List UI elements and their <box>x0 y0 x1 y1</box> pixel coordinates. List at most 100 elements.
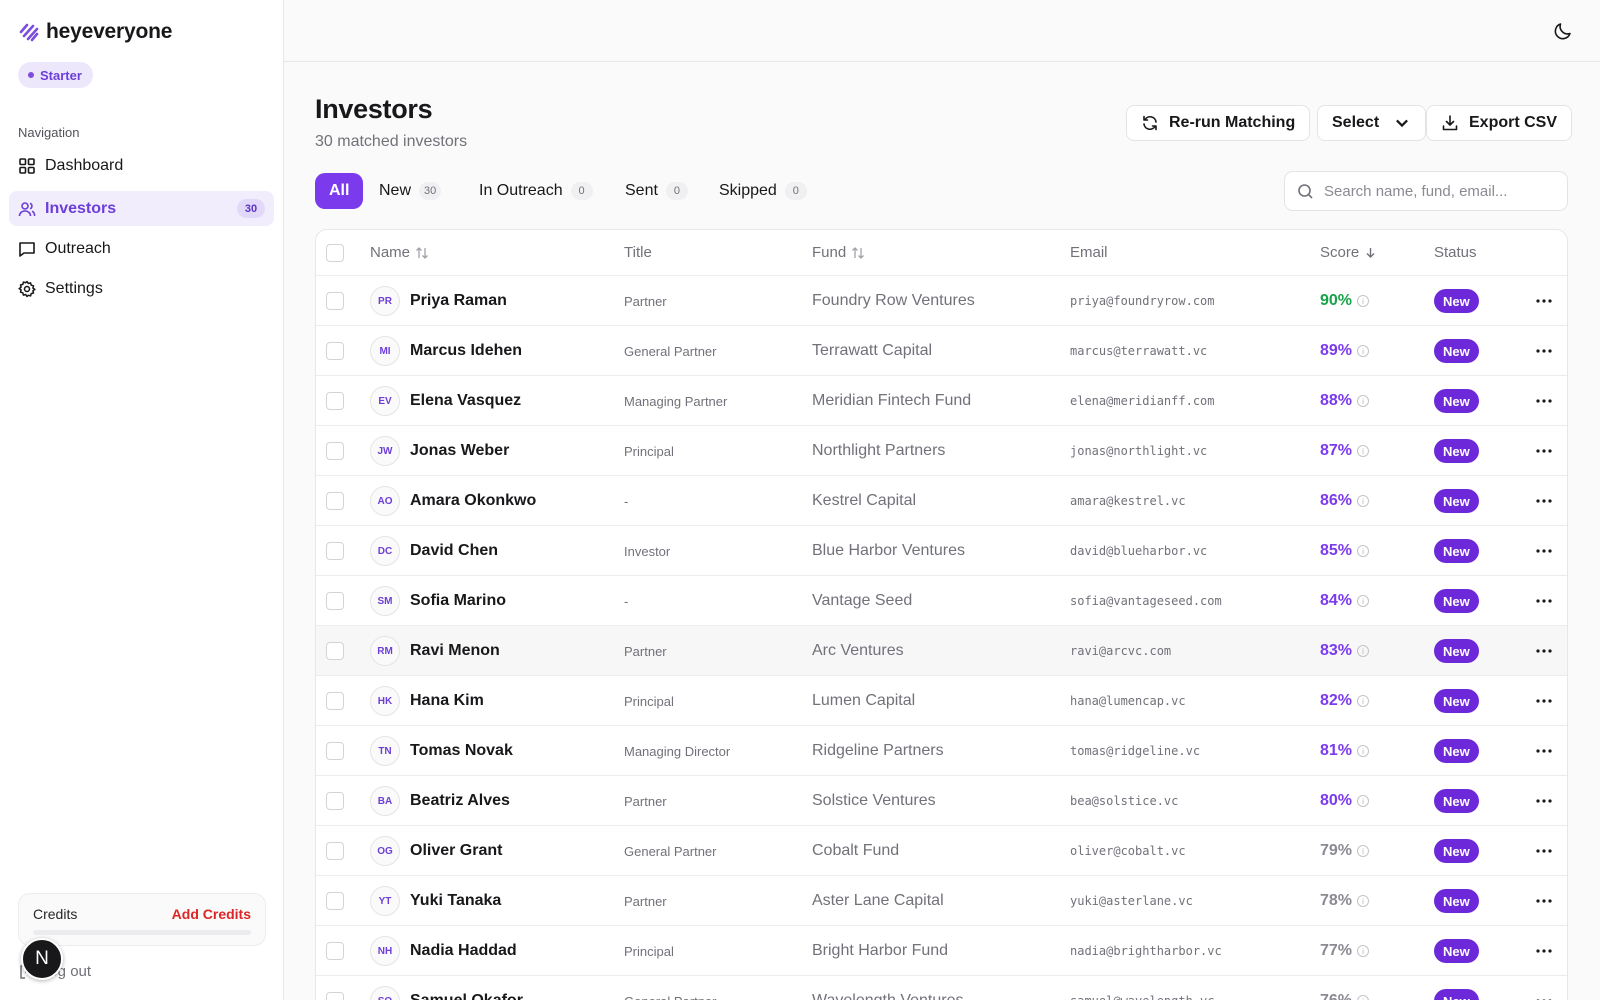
info-icon[interactable]: i <box>1357 345 1370 357</box>
add-credits-link[interactable]: Add Credits <box>172 906 251 922</box>
investor-name[interactable]: David Chen <box>410 526 498 576</box>
table-row[interactable]: YT Yuki Tanaka Partner Aster Lane Capital yu… <box>316 876 1567 926</box>
column-header-score[interactable]: Score <box>1320 244 1377 261</box>
info-icon[interactable]: i <box>1357 645 1370 657</box>
filter-label: In Outreach <box>479 182 563 199</box>
search-input[interactable] <box>1324 182 1554 200</box>
investor-name[interactable]: Ravi Menon <box>410 626 500 676</box>
row-checkbox[interactable] <box>326 692 344 710</box>
app-logo[interactable]: heyeveryone <box>18 20 172 44</box>
table-row[interactable]: DC David Chen Investor Blue Harbor Ventures… <box>316 526 1567 576</box>
user-avatar[interactable]: N <box>21 938 63 980</box>
sidebar-item-settings[interactable]: Settings <box>9 271 274 306</box>
investor-name[interactable]: Oliver Grant <box>410 826 502 876</box>
info-icon[interactable]: i <box>1357 745 1370 757</box>
info-icon[interactable]: i <box>1357 395 1370 407</box>
more-options-button[interactable] <box>1532 740 1556 762</box>
filter-tab-all[interactable]: All <box>315 173 364 209</box>
row-checkbox[interactable] <box>326 492 344 510</box>
sidebar-item-dashboard[interactable]: Dashboard <box>9 148 274 183</box>
more-options-button[interactable] <box>1532 290 1556 312</box>
investor-name[interactable]: Beatriz Alves <box>410 776 510 826</box>
info-icon[interactable]: i <box>1357 995 1370 1000</box>
table-row[interactable]: OG Oliver Grant General Partner Cobalt Fund… <box>316 826 1567 876</box>
select-dropdown[interactable]: Select <box>1317 105 1427 141</box>
table-row[interactable]: JW Jonas Weber Principal Northlight Partner… <box>316 426 1567 476</box>
table-row[interactable]: MI Marcus Idehen General Partner Terrawatt … <box>316 326 1567 376</box>
table-row[interactable]: RM Ravi Menon Partner Arc Ventures ravi@arcv… <box>316 626 1567 676</box>
more-options-button[interactable] <box>1532 490 1556 512</box>
more-options-button[interactable] <box>1532 890 1556 912</box>
row-checkbox[interactable] <box>326 442 344 460</box>
sidebar-item-outreach[interactable]: Outreach <box>9 231 274 266</box>
more-options-button[interactable] <box>1532 540 1556 562</box>
column-header-name[interactable]: Name <box>370 244 429 261</box>
investor-name[interactable]: Jonas Weber <box>410 426 509 476</box>
table-row[interactable]: BA Beatriz Alves Partner Solstice Ventures b… <box>316 776 1567 826</box>
row-checkbox[interactable] <box>326 542 344 560</box>
ellipsis-icon <box>1536 399 1552 403</box>
table-row[interactable]: SO Samuel Okafor General Partner Wavelength… <box>316 976 1567 1000</box>
row-checkbox[interactable] <box>326 842 344 860</box>
table-row[interactable]: EV Elena Vasquez Managing Partner Meridian … <box>316 376 1567 426</box>
row-checkbox[interactable] <box>326 292 344 310</box>
more-options-button[interactable] <box>1532 590 1556 612</box>
table-row[interactable]: AO Amara Okonkwo - Kestrel Capital amara@kes… <box>316 476 1567 526</box>
more-options-button[interactable] <box>1532 790 1556 812</box>
score-value: 79% <box>1320 842 1353 859</box>
more-options-button[interactable] <box>1532 340 1556 362</box>
info-icon[interactable]: i <box>1357 895 1370 907</box>
table-row[interactable]: SM Sofia Marino - Vantage Seed sofia@vantage… <box>316 576 1567 626</box>
table-row[interactable]: NH Nadia Haddad Principal Bright Harbor Fun… <box>316 926 1567 976</box>
table-row[interactable]: TN Tomas Novak Managing Director Ridgeline … <box>316 726 1567 776</box>
row-checkbox[interactable] <box>326 642 344 660</box>
investor-name[interactable]: Nadia Haddad <box>410 926 517 976</box>
investor-name[interactable]: Tomas Novak <box>410 726 513 776</box>
more-options-button[interactable] <box>1532 990 1556 1000</box>
info-icon[interactable]: i <box>1357 595 1370 607</box>
rerun-matching-button[interactable]: Re-run Matching <box>1126 105 1311 141</box>
investor-name[interactable]: Hana Kim <box>410 676 484 726</box>
investor-name[interactable]: Marcus Idehen <box>410 326 522 376</box>
more-options-button[interactable] <box>1532 390 1556 412</box>
theme-toggle-button[interactable] <box>1552 20 1574 42</box>
investor-name[interactable]: Elena Vasquez <box>410 376 521 426</box>
investor-name[interactable]: Samuel Okafor <box>410 976 523 1000</box>
export-csv-button[interactable]: Export CSV <box>1426 105 1573 141</box>
more-options-button[interactable] <box>1532 840 1556 862</box>
table-row[interactable]: HK Hana Kim Principal Lumen Capital hana@lum… <box>316 676 1567 726</box>
table-row[interactable]: PR Priya Raman Partner Foundry Row Ventures… <box>316 276 1567 326</box>
select-all-checkbox[interactable] <box>326 244 344 262</box>
info-icon[interactable]: i <box>1357 295 1370 307</box>
column-header-fund[interactable]: Fund <box>812 244 865 261</box>
more-options-button[interactable] <box>1532 440 1556 462</box>
investor-name[interactable]: Sofia Marino <box>410 576 506 626</box>
row-checkbox[interactable] <box>326 742 344 760</box>
more-options-button[interactable] <box>1532 640 1556 662</box>
row-checkbox[interactable] <box>326 592 344 610</box>
info-icon[interactable]: i <box>1357 495 1370 507</box>
filter-tab-skipped[interactable]: Skipped 0 <box>707 173 819 209</box>
info-icon[interactable]: i <box>1357 545 1370 557</box>
info-icon[interactable]: i <box>1357 795 1370 807</box>
filter-tab-in-outreach[interactable]: In Outreach 0 <box>467 173 605 209</box>
investor-name[interactable]: Yuki Tanaka <box>410 876 501 926</box>
app-name: heyeveryone <box>46 20 173 43</box>
row-checkbox[interactable] <box>326 392 344 410</box>
row-checkbox[interactable] <box>326 792 344 810</box>
investor-name[interactable]: Priya Raman <box>410 276 507 326</box>
filter-tab-new[interactable]: New 30 <box>367 173 453 209</box>
info-icon[interactable]: i <box>1357 695 1370 707</box>
row-checkbox[interactable] <box>326 342 344 360</box>
filter-tab-sent[interactable]: Sent 0 <box>613 173 700 209</box>
sidebar-item-investors[interactable]: Investors 30 <box>9 191 274 226</box>
info-icon[interactable]: i <box>1357 945 1370 957</box>
more-options-button[interactable] <box>1532 690 1556 712</box>
row-checkbox[interactable] <box>326 892 344 910</box>
row-checkbox[interactable] <box>326 992 344 1000</box>
info-icon[interactable]: i <box>1357 845 1370 857</box>
row-checkbox[interactable] <box>326 942 344 960</box>
more-options-button[interactable] <box>1532 940 1556 962</box>
investor-name[interactable]: Amara Okonkwo <box>410 476 536 526</box>
info-icon[interactable]: i <box>1357 445 1370 457</box>
